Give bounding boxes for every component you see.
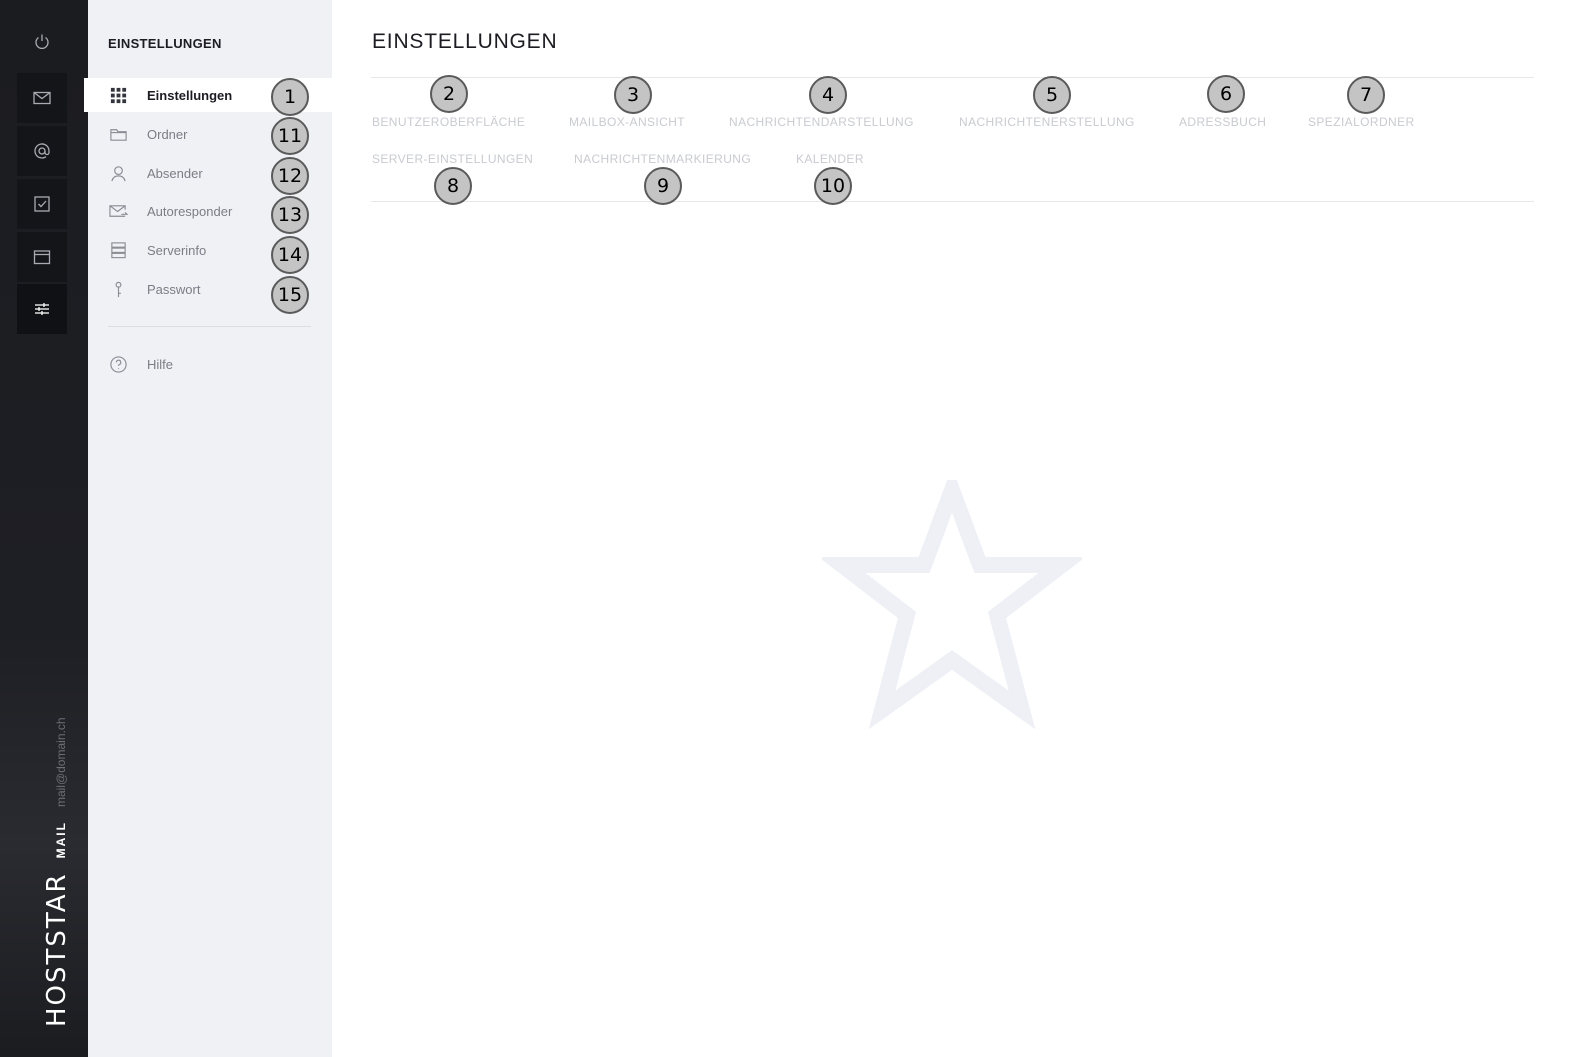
star-watermark-icon: [822, 480, 1082, 730]
grid-icon: [110, 87, 126, 103]
sidebar-item-label: Ordner: [147, 126, 188, 142]
annotation-badge: 12: [271, 157, 309, 195]
annotation-badge: 9: [644, 167, 682, 205]
brand-block: HOSTSTAR MAIL mail@domain.ch: [16, 717, 72, 1027]
tab-kalender[interactable]: KALENDER: [796, 152, 864, 166]
tab-spezialordner[interactable]: SPEZIALORDNER: [1308, 115, 1415, 129]
annotation-badge: 4: [809, 76, 847, 114]
mail-nav-button[interactable]: [17, 73, 67, 123]
tab-benutzeroberflaeche[interactable]: BENUTZEROBERFLÄCHE: [372, 115, 525, 129]
sidebar-item-label: Absender: [147, 165, 203, 181]
annotation-badge: 13: [271, 196, 309, 234]
annotation-badge: 14: [271, 236, 309, 274]
power-icon: [35, 34, 49, 49]
product-label: MAIL: [54, 821, 68, 859]
annotation-badge: 8: [434, 167, 472, 205]
hoststar-logo: HOSTSTAR: [42, 872, 72, 1027]
tab-adressbuch[interactable]: ADRESSBUCH: [1179, 115, 1266, 129]
main-panel: EINSTELLUNGEN BENUTZEROBERFLÄCHE MAILBOX…: [332, 0, 1582, 1057]
account-email: mail@domain.ch: [54, 717, 68, 808]
sidebar-item-label: Passwort: [147, 281, 201, 297]
help-icon: [109, 355, 127, 373]
sidebar-item-label: Einstellungen: [147, 87, 233, 103]
tab-server-einstellungen[interactable]: SERVER-EINSTELLUNGEN: [372, 152, 533, 166]
annotation-badge: 2: [430, 75, 468, 113]
calendar-icon: [33, 250, 51, 265]
annotation-badge: 7: [1347, 76, 1385, 114]
tab-nachrichtenmarkierung[interactable]: NACHRICHTENMARKIERUNG: [574, 152, 751, 166]
tab-nachrichtenerstellung[interactable]: NACHRICHTENERSTELLUNG: [959, 115, 1135, 129]
app-rail: HOSTSTAR MAIL mail@domain.ch: [0, 0, 88, 1057]
app-window: HOSTSTAR MAIL mail@domain.ch EINSTELLUNG…: [0, 0, 1582, 1057]
sidebar-item-hilfe[interactable]: Hilfe: [84, 347, 332, 381]
tabs-bottom-divider: [371, 201, 1534, 202]
sidebar-item-label: Autoresponder: [147, 203, 233, 219]
sidebar-item-label: Hilfe: [147, 356, 174, 372]
annotation-badge: 6: [1207, 75, 1245, 113]
user-icon: [110, 165, 126, 181]
annotation-badge: 10: [814, 167, 852, 205]
tasks-icon: [34, 196, 50, 212]
annotation-badge: 3: [614, 76, 652, 114]
tab-nachrichtendarstellung[interactable]: NACHRICHTENDARSTELLUNG: [729, 115, 914, 129]
sidebar-divider: [108, 326, 311, 327]
mail-icon: [33, 91, 51, 105]
annotation-badge: 15: [271, 276, 309, 314]
logout-button[interactable]: [17, 17, 67, 67]
annotation-badge: 11: [271, 117, 309, 155]
settings-sidebar: EINSTELLUNGEN Einstellungen Ordner Absen…: [84, 0, 332, 1057]
server-icon: [110, 241, 126, 258]
annotation-badge: 5: [1033, 76, 1071, 114]
sidebar-item-label: Serverinfo: [147, 242, 207, 258]
key-icon: [115, 281, 121, 297]
settings-sliders-icon: [35, 303, 49, 315]
annotation-badge: 1: [271, 78, 309, 116]
contacts-nav-button[interactable]: [17, 126, 67, 176]
folder-icon: [109, 128, 127, 141]
settings-nav-button[interactable]: [17, 284, 67, 334]
autoresponder-icon: [108, 204, 128, 217]
sidebar-title: EINSTELLUNGEN: [108, 36, 222, 51]
calendar-nav-button[interactable]: [17, 232, 67, 282]
tasks-nav-button[interactable]: [17, 179, 67, 229]
at-icon: [34, 143, 50, 159]
page-title: EINSTELLUNGEN: [372, 30, 558, 53]
tab-mailbox-ansicht[interactable]: MAILBOX-ANSICHT: [569, 115, 685, 129]
